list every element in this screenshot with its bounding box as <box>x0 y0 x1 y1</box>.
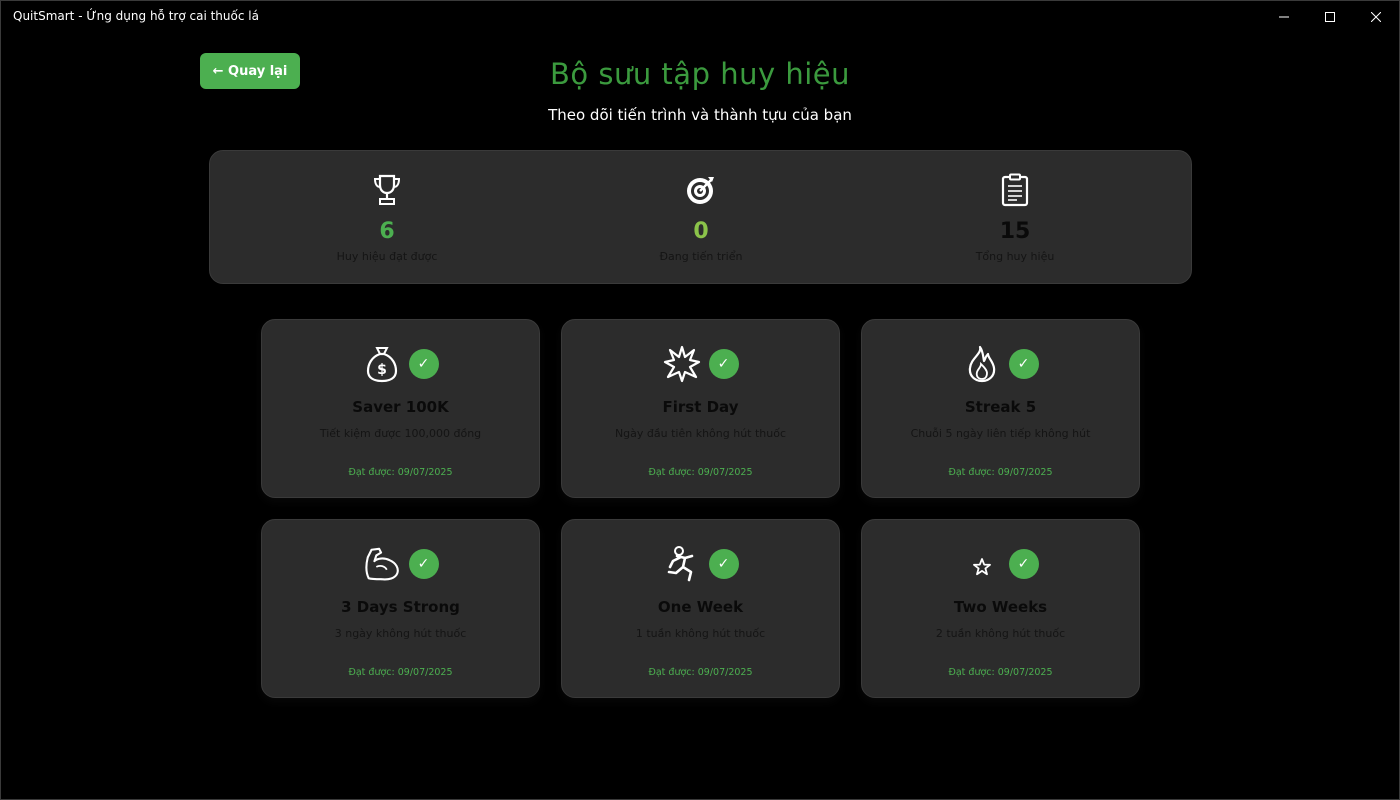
achieved-check-icon: ✓ <box>408 549 439 579</box>
money-bag-icon: $ <box>363 345 401 383</box>
fire-icon <box>963 345 1001 383</box>
badge-card[interactable]: ✓ Streak 5 Chuỗi 5 ngày liên tiếp không … <box>861 319 1140 498</box>
flexed-bicep-icon <box>363 545 401 583</box>
badge-description: Chuỗi 5 ngày liên tiếp không hút <box>910 427 1091 440</box>
stat-earned: 6 Huy hiệu đạt được <box>287 151 487 285</box>
svg-text:$: $ <box>377 362 387 378</box>
badge-icons: ✓ <box>562 544 839 584</box>
title-bar[interactable]: QuitSmart - Ứng dụng hỗ trợ cai thuốc lá <box>1 1 1399 33</box>
badge-date: Đạt được: 09/07/2025 <box>348 667 453 678</box>
stat-value: 15 <box>999 219 1031 244</box>
badge-name: Streak 5 <box>964 398 1037 416</box>
badge-card[interactable]: ✓ One Week 1 tuần không hút thuốc Đạt đư… <box>561 519 840 698</box>
badge-card[interactable]: ✓ First Day Ngày đầu tiên không hút thuố… <box>561 319 840 498</box>
badge-icons: ✓ <box>862 544 1139 584</box>
stat-in-progress: 0 Đang tiến triển <box>601 151 801 285</box>
page-subtitle: Theo dõi tiến trình và thành tựu của bạn <box>548 106 852 124</box>
stat-value: 0 <box>693 219 709 244</box>
achieved-check-icon: ✓ <box>408 349 439 379</box>
star-icon <box>963 545 1001 583</box>
page-title: Bộ sưu tập huy hiệu <box>549 57 850 91</box>
badge-name: 3 Days Strong <box>341 598 460 616</box>
badge-icons: ✓ <box>562 344 839 384</box>
app-window: QuitSmart - Ứng dụng hỗ trợ cai thuốc lá… <box>0 0 1400 800</box>
badge-description: Tiết kiệm được 100,000 đồng <box>319 427 482 440</box>
badge-date: Đạt được: 09/07/2025 <box>948 667 1053 678</box>
badge-card[interactable]: ✓ 3 Days Strong 3 ngày không hút thuốc Đ… <box>261 519 540 698</box>
trophy-icon <box>373 174 401 205</box>
stat-total: 15 Tổng huy hiệu <box>915 151 1115 285</box>
close-icon <box>1371 12 1381 22</box>
badge-date: Đạt được: 09/07/2025 <box>648 467 753 478</box>
close-button[interactable] <box>1353 1 1399 33</box>
maximize-button[interactable] <box>1307 1 1353 33</box>
window-title: QuitSmart - Ứng dụng hỗ trợ cai thuốc lá <box>13 9 259 23</box>
maximize-icon <box>1325 12 1335 22</box>
badge-name: Two Weeks <box>953 598 1048 616</box>
achieved-check-icon: ✓ <box>708 349 739 379</box>
stat-label: Huy hiệu đạt được <box>336 250 438 263</box>
clipboard-icon <box>1001 173 1029 207</box>
badge-name: First Day <box>662 398 739 416</box>
stat-label: Đang tiến triển <box>659 250 743 263</box>
achieved-check-icon: ✓ <box>708 549 739 579</box>
badge-icons: ✓ <box>262 544 539 584</box>
badge-card[interactable]: $ ✓ Saver 100K Tiết kiệm được 100,000 đồ… <box>261 319 540 498</box>
badge-description: Ngày đầu tiên không hút thuốc <box>614 427 787 440</box>
stats-panel: 6 Huy hiệu đạt được 0 Đang tiến triển 15… <box>209 150 1192 284</box>
badge-date: Đạt được: 09/07/2025 <box>648 667 753 678</box>
stat-label: Tổng huy hiệu <box>975 250 1055 263</box>
badge-date: Đạt được: 09/07/2025 <box>348 467 453 478</box>
badge-description: 1 tuần không hút thuốc <box>635 627 766 640</box>
badge-icons: $ ✓ <box>262 344 539 384</box>
achieved-check-icon: ✓ <box>1008 549 1039 579</box>
badge-icons: ✓ <box>862 344 1139 384</box>
badge-name: Saver 100K <box>352 398 449 416</box>
stat-value: 6 <box>379 219 395 244</box>
target-icon <box>687 177 714 204</box>
achieved-check-icon: ✓ <box>1008 349 1039 379</box>
badge-description: 2 tuần không hút thuốc <box>935 627 1066 640</box>
minimize-icon <box>1279 16 1289 18</box>
badge-date: Đạt được: 09/07/2025 <box>948 467 1053 478</box>
badge-description: 3 ngày không hút thuốc <box>334 627 467 640</box>
minimize-button[interactable] <box>1261 1 1307 33</box>
badge-name: One Week <box>657 598 744 616</box>
badge-card[interactable]: ✓ Two Weeks 2 tuần không hút thuốc Đạt đ… <box>861 519 1140 698</box>
explosion-icon <box>663 345 701 383</box>
runner-icon <box>663 545 701 583</box>
